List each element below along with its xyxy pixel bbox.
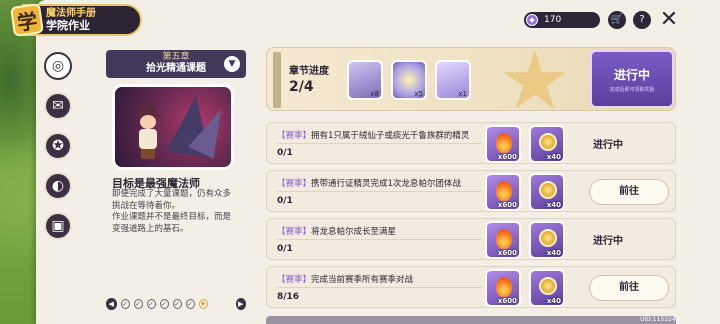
task-tag: 【赛季】 [277,275,312,285]
cart-icon: 🛒 [610,14,624,25]
pager-dot[interactable]: ✓ [185,299,195,309]
uid-label: UID:1153242 [640,316,680,323]
help-button[interactable]: ? [633,11,651,29]
reward-spirit-item[interactable]: x1 [435,60,471,100]
task-count: 8/16 [277,292,300,302]
page-title: 学院作业 [46,19,90,32]
go-button[interactable]: 前往 [589,179,669,205]
chapter-pager: ◀ ✓ ✓ ✓ ✓ ✓ ✓ ♦ ▶ [106,297,246,311]
title-badge: 学 魔法师手册 学院作业 [10,3,142,37]
pager-dot[interactable]: ✓ [146,299,156,309]
task-row: 【赛季】拥有1只属于绒仙子或痰光千鲁族群的精灵 0/1 x600 x40 进行中 [266,122,676,164]
gem-icon: ✪ [52,138,64,154]
reward-orb-item[interactable]: x5 [391,60,427,100]
ball-icon: ◐ [51,178,65,194]
fire-reward-icon[interactable]: x600 [485,173,521,211]
task-count: 0/1 [277,148,293,158]
sidebar-item-scroll[interactable]: ✉ [44,92,72,120]
coin-reward-icon[interactable]: x40 [529,173,565,211]
fire-reward-icon[interactable]: x600 [485,269,521,307]
task-text: 拥有1只属于绒仙子或痰光千鲁族群的精灵 [311,131,470,141]
pager-dot-current[interactable]: ♦ [198,299,208,309]
gem-icon: ◆ [526,14,538,26]
sidebar-item-gem[interactable]: ✪ [44,132,72,160]
chapter-progress-label: 章节进度 [289,66,329,77]
next-row-peek [266,316,676,324]
task-row: 【赛季】携带通行证精灵完成1次龙息帕尔团体战 0/1 x600 x40 前往 [266,170,676,212]
chapter-status-button[interactable]: 进行中 完成后即可领取奖励 [590,50,674,108]
pager-dot[interactable]: ✓ [172,299,182,309]
close-button[interactable]: ✕ [657,8,681,32]
coin-reward-icon[interactable]: x40 [529,269,565,307]
chapter-status-sub: 完成后即可领取奖励 [609,87,655,93]
chevron-down-icon[interactable]: ▼ [224,56,240,72]
task-count: 0/1 [277,244,293,254]
coin-reward-icon[interactable]: x40 [529,221,565,259]
task-tag: 【赛季】 [277,227,312,237]
task-text: 完成当前赛季所有赛季对战 [311,275,414,285]
chapter-description: 即便完成了大量课题，仍有众多 挑战在等待着你。 作业课题并不是最终目标，而是 变… [112,189,232,234]
sidebar-item-target[interactable]: ◎ [44,52,72,80]
fire-reward-icon[interactable]: x600 [485,221,521,259]
wizard-character [135,101,161,163]
task-text: 将龙息帕尔成长至满星 [311,227,397,237]
card-icon: ▣ [51,218,65,234]
chapter-progress-value: 2/4 [289,79,314,95]
pager-dot[interactable]: ✓ [133,299,143,309]
prev-arrow-icon[interactable]: ◀ [106,298,117,310]
next-arrow-icon[interactable]: ▶ [235,298,246,310]
pager-dot[interactable]: ✓ [120,299,130,309]
sidebar-item-card[interactable]: ▣ [44,212,72,240]
task-row: 【赛季】将龙息帕尔成长至满星 0/1 x600 x40 进行中 [266,218,676,260]
task-row: 【赛季】完成当前赛季所有赛季对战 8/16 x600 x40 前往 [266,266,676,308]
banner-pin [273,52,281,108]
pager-dot[interactable]: ✓ [159,299,169,309]
task-tag: 【赛季】 [277,131,312,141]
currency-amount: 170 [544,15,562,25]
coin-reward-icon[interactable]: x40 [529,125,565,163]
task-count: 0/1 [277,196,293,206]
reward-crystal-item[interactable]: x8 [347,60,383,100]
currency-display: ◆ 170 [524,12,600,28]
go-button[interactable]: 前往 [589,275,669,301]
chapter-status: 进行中 [613,68,650,82]
task-tag: 【赛季】 [277,179,312,189]
task-status: 进行中 [593,236,623,247]
sidebar-item-ball[interactable]: ◐ [44,172,72,200]
help-icon: ? [639,14,645,25]
star-decoration-icon: ★ [499,47,571,111]
scroll-icon: ✉ [52,98,64,114]
cart-button[interactable]: 🛒 [608,11,626,29]
chapter-illustration [112,84,234,170]
task-status: 进行中 [593,140,623,151]
chapter-selector[interactable]: 第五章 拾光精通课题 ▼ [106,50,246,78]
target-icon: ◎ [51,58,65,74]
book-logo-icon: 学 [10,3,44,37]
task-text: 携带通行证精灵完成1次龙息帕尔团体战 [311,179,461,189]
fire-reward-icon[interactable]: x600 [485,125,521,163]
